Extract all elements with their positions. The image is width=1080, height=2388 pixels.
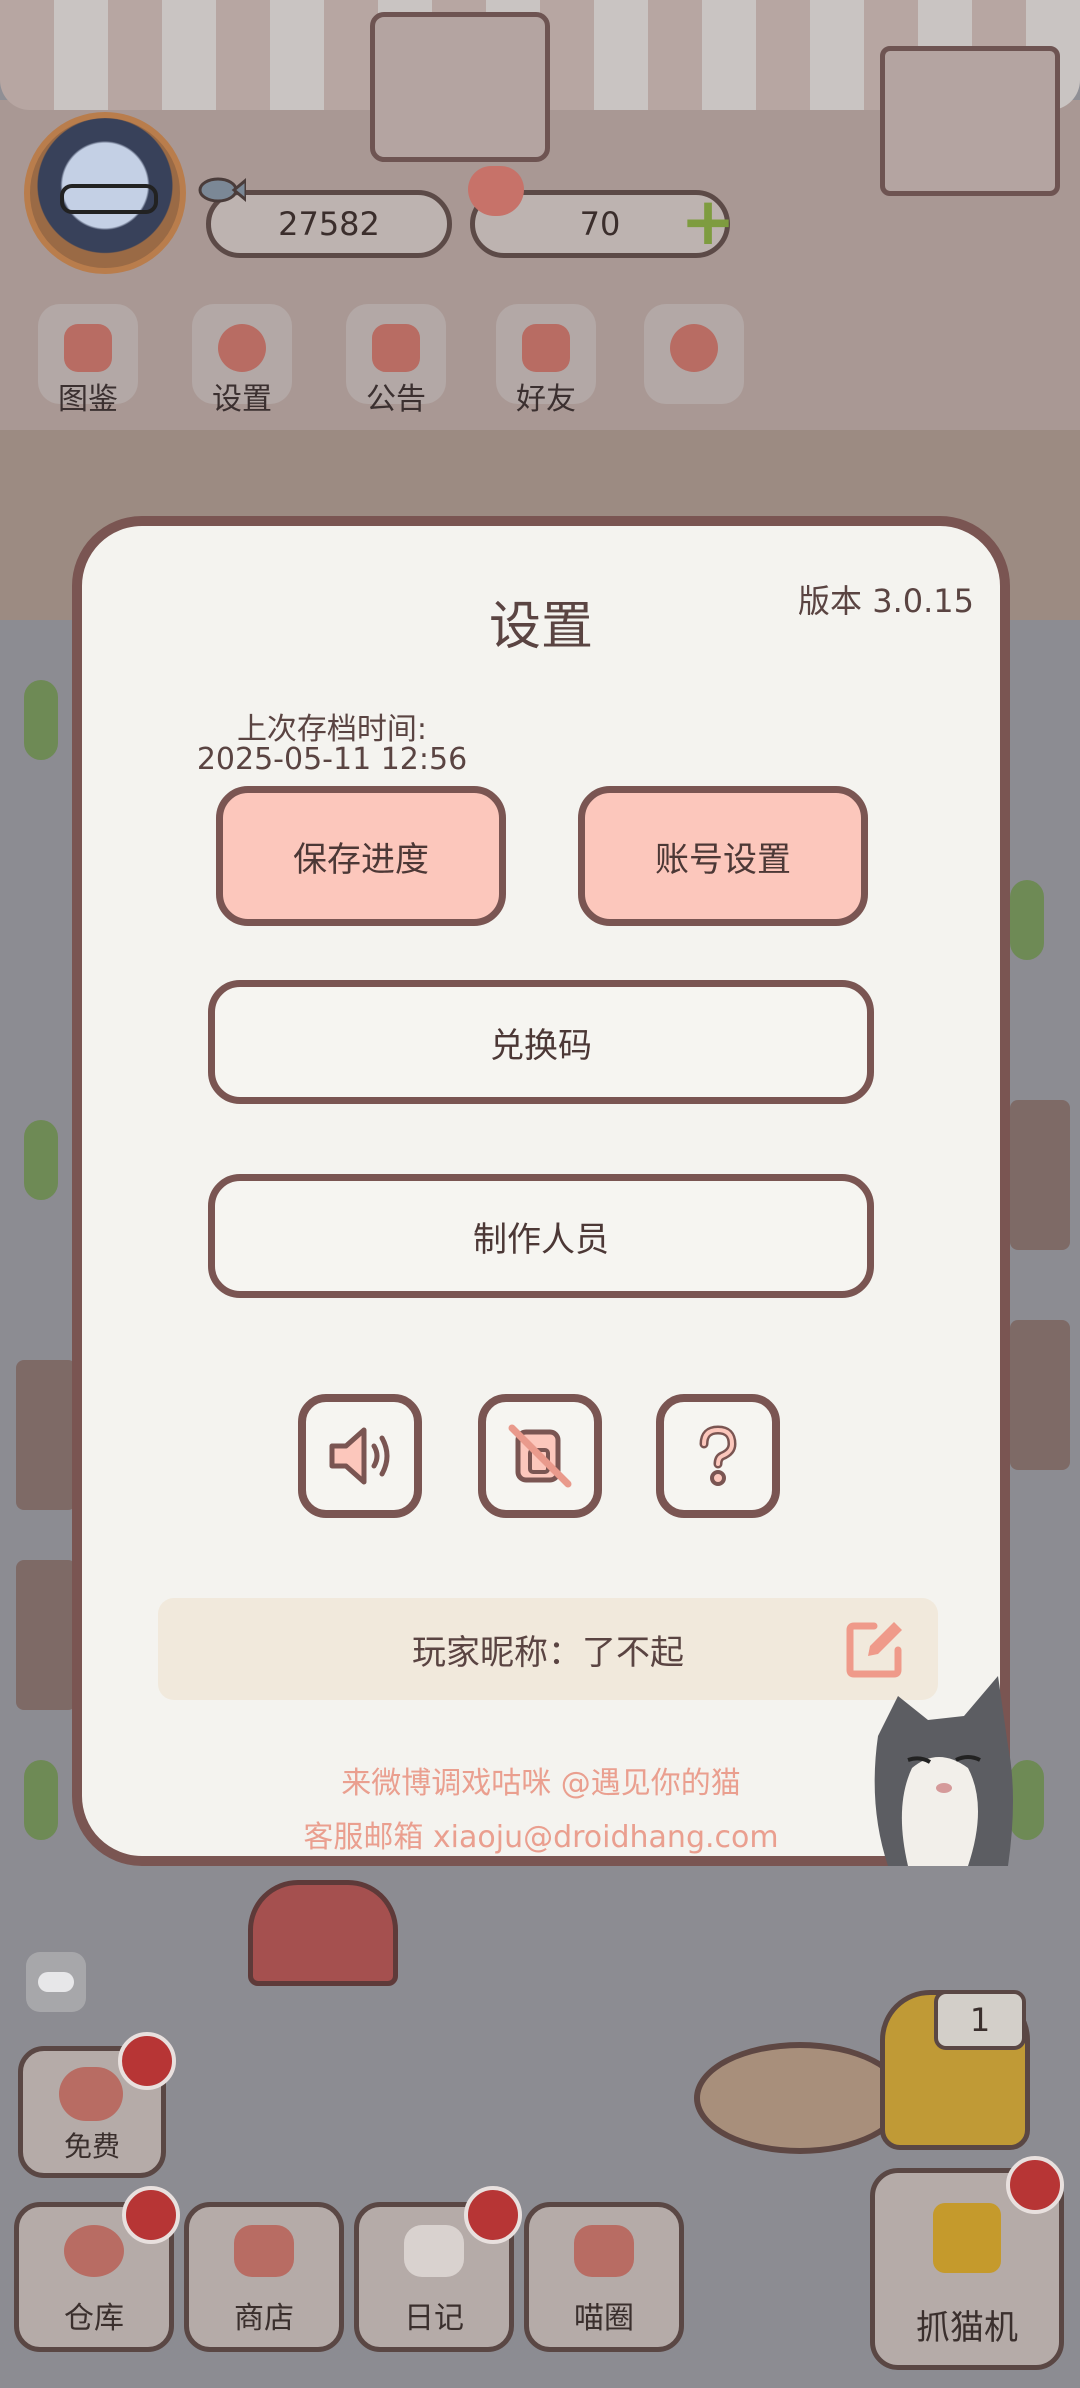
heart-value: 70 bbox=[579, 205, 621, 243]
notification-dot bbox=[118, 2032, 176, 2090]
fence-plank bbox=[1010, 1100, 1070, 1250]
gear-icon bbox=[218, 324, 266, 372]
heart-icon bbox=[468, 166, 524, 216]
sound-toggle-button[interactable] bbox=[298, 1394, 422, 1518]
menu-collection-label: 图鉴 bbox=[58, 382, 118, 417]
heart-icon bbox=[59, 2067, 123, 2121]
nickname-bar[interactable]: 玩家昵称：了不起 bbox=[158, 1598, 938, 1700]
dock-warehouse-label: 仓库 bbox=[64, 2301, 124, 2336]
help-button[interactable] bbox=[656, 1394, 780, 1518]
menu-announcements-label: 公告 bbox=[366, 382, 426, 417]
menu-settings-label: 设置 bbox=[212, 382, 272, 417]
tree bbox=[24, 680, 58, 760]
edit-nickname-icon[interactable] bbox=[844, 1618, 906, 1680]
cat-planet-icon bbox=[574, 2225, 634, 2277]
tree bbox=[24, 1760, 58, 1840]
shop-icon bbox=[234, 2225, 294, 2277]
redeem-code-button[interactable]: 兑换码 bbox=[208, 980, 874, 1104]
friends-icon bbox=[522, 324, 570, 372]
tree bbox=[24, 1120, 58, 1200]
menu-friends-label: 好友 bbox=[516, 382, 576, 417]
claw-icon bbox=[933, 2203, 1001, 2273]
fish-painting bbox=[370, 12, 550, 162]
free-label: 免费 bbox=[63, 2130, 120, 2163]
dock-cat-circle-label: 喵圈 bbox=[574, 2301, 634, 2336]
claw-machine-count: 1 bbox=[934, 1990, 1026, 2050]
cloud-icon[interactable] bbox=[26, 1952, 86, 2012]
gift-icon bbox=[372, 324, 420, 372]
notification-dot bbox=[1006, 2156, 1064, 2214]
add-hearts-icon[interactable]: + bbox=[680, 189, 736, 255]
peeking-cat bbox=[868, 1676, 1018, 1866]
diary-icon bbox=[404, 2225, 464, 2277]
settings-dialog: 设置 版本 3.0.15 上次存档时间: 2025-05-11 12:56 保存… bbox=[72, 516, 1013, 1866]
vibration-off-icon bbox=[504, 1420, 576, 1496]
dock-cat-circle[interactable]: 喵圈 bbox=[524, 2202, 684, 2352]
fence-plank bbox=[16, 1360, 76, 1510]
mailbox[interactable] bbox=[248, 1880, 398, 1986]
help-icon bbox=[682, 1420, 754, 1496]
notification-dot bbox=[464, 2186, 522, 2244]
sound-on-icon bbox=[324, 1420, 396, 1496]
tree bbox=[1010, 880, 1044, 960]
avatar-glasses bbox=[60, 184, 158, 214]
hearts-notice-icon bbox=[670, 324, 718, 372]
cat-book-icon bbox=[64, 324, 112, 372]
notification-dot bbox=[122, 2186, 180, 2244]
menu-hearts-notice[interactable] bbox=[644, 304, 744, 404]
nickname-text: 玩家昵称：了不起 bbox=[412, 1632, 684, 1673]
account-settings-button[interactable]: 账号设置 bbox=[578, 786, 868, 926]
fence-plank bbox=[1010, 1320, 1070, 1470]
coin-value: 27582 bbox=[278, 205, 380, 243]
version-label: 版本 3.0.15 bbox=[798, 582, 974, 620]
fish-coin-icon bbox=[196, 170, 248, 221]
support-email-text[interactable]: 客服邮箱 xiaoju@droidhang.com bbox=[82, 1812, 1000, 1856]
dock-shop[interactable]: 商店 bbox=[184, 2202, 344, 2352]
fence-plank bbox=[16, 1560, 76, 1710]
dock-shop-label: 商店 bbox=[234, 2301, 294, 2336]
last-save-time: 2025-05-11 12:56 bbox=[196, 742, 468, 777]
cat-poster bbox=[880, 46, 1060, 196]
weibo-text[interactable]: 来微博调戏咕咪 @遇见你的猫 bbox=[82, 1758, 1000, 1802]
player-avatar[interactable] bbox=[24, 112, 186, 274]
warehouse-icon bbox=[64, 2225, 124, 2277]
vibration-toggle-button[interactable] bbox=[478, 1394, 602, 1518]
save-progress-button[interactable]: 保存进度 bbox=[216, 786, 506, 926]
food-bowl[interactable] bbox=[694, 2042, 906, 2154]
claw-machine-label: 抓猫机 bbox=[916, 2308, 1018, 2348]
dock-diary-label: 日记 bbox=[404, 2301, 464, 2336]
credits-button[interactable]: 制作人员 bbox=[208, 1174, 874, 1298]
